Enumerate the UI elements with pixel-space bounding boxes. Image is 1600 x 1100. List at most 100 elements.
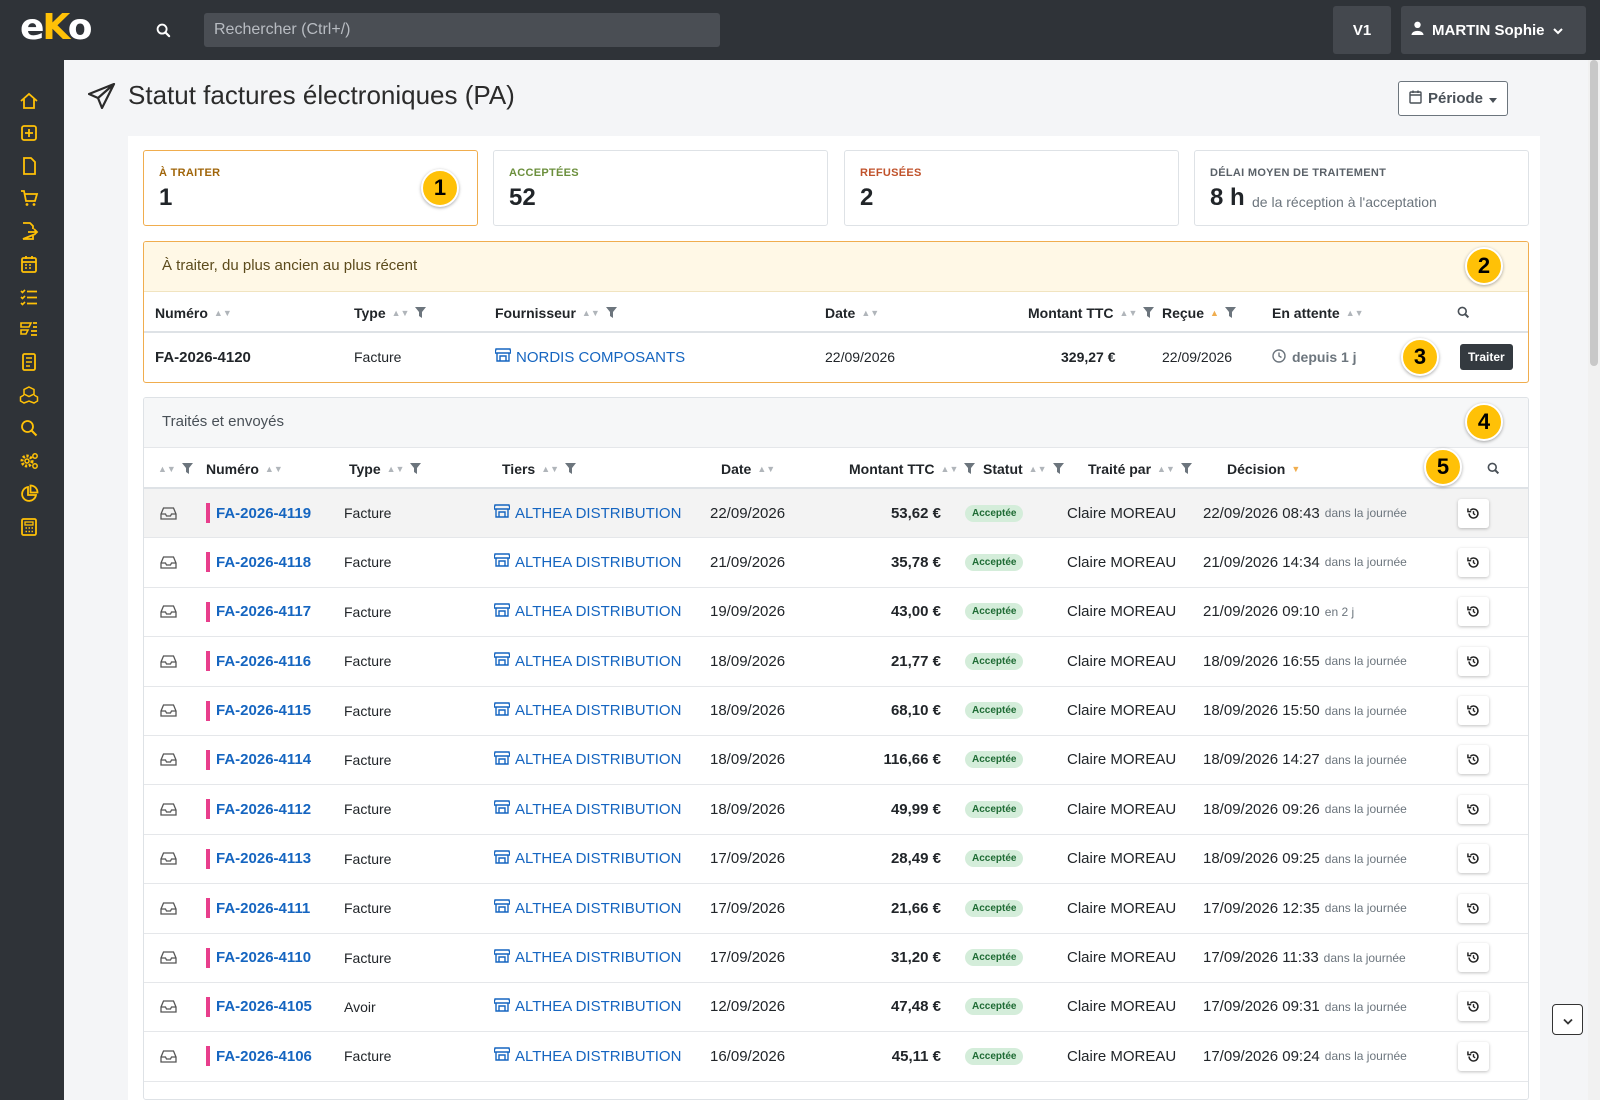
invoice-number-link[interactable]: FA-2026-4115: [206, 687, 311, 735]
sort-icon[interactable]: ▲▼: [1029, 464, 1047, 474]
col-montant[interactable]: Montant TTC ▲▼: [849, 448, 976, 489]
table-row[interactable]: FA-2026-4119 Facture ALTHEA DISTRIBUTION 22…: [144, 489, 1528, 539]
sort-icon[interactable]: ▲▼: [582, 308, 600, 318]
sort-icon[interactable]: ▲▼: [1346, 308, 1364, 318]
history-button[interactable]: [1458, 637, 1489, 685]
col-en-attente[interactable]: En attente ▲▼: [1272, 292, 1364, 333]
traiter-button[interactable]: Traiter: [1460, 344, 1513, 370]
invoice-number-link[interactable]: FA-2026-4112: [206, 785, 311, 833]
checklist-icon[interactable]: [18, 286, 40, 308]
search-icon[interactable]: [142, 13, 184, 47]
col-numero[interactable]: Numéro ▲▼: [206, 448, 283, 489]
settings-icon[interactable]: [18, 450, 40, 472]
global-search-input[interactable]: [204, 13, 720, 47]
home-icon[interactable]: [18, 90, 40, 112]
periode-dropdown-button[interactable]: Période: [1398, 81, 1508, 116]
col-traite-par[interactable]: Traité par ▲▼: [1088, 448, 1192, 489]
plus-square-icon[interactable]: [18, 122, 40, 144]
history-button[interactable]: [1458, 934, 1489, 982]
table-row[interactable]: FA-2026-4105 Avoir ALTHEA DISTRIBUTION 12/0…: [144, 983, 1528, 1033]
scroll-down-button[interactable]: [1552, 1004, 1583, 1035]
history-button[interactable]: [1458, 687, 1489, 735]
tiers-link[interactable]: ALTHEA DISTRIBUTION: [493, 983, 681, 1031]
file-export-icon[interactable]: [18, 220, 40, 242]
tiers-link[interactable]: ALTHEA DISTRIBUTION: [493, 736, 681, 784]
calculator-icon[interactable]: [18, 516, 40, 538]
col-date[interactable]: Date ▲▼: [721, 448, 775, 489]
history-button[interactable]: [1458, 489, 1489, 537]
page-scrollbar[interactable]: [1588, 60, 1600, 1100]
filter-icon[interactable]: [1143, 307, 1155, 318]
invoice-number-link[interactable]: FA-2026-4118: [206, 538, 311, 586]
invoice-number-link[interactable]: FA-2026-4106: [206, 1032, 312, 1080]
sort-icon[interactable]: ▲▼: [392, 308, 410, 318]
history-button[interactable]: [1458, 588, 1489, 636]
history-button[interactable]: [1458, 884, 1489, 932]
sort-icon[interactable]: ▲▼: [214, 308, 232, 318]
tiers-link[interactable]: ALTHEA DISTRIBUTION: [493, 687, 681, 735]
tiers-link[interactable]: ALTHEA DISTRIBUTION: [493, 637, 681, 685]
calendar-icon[interactable]: [18, 253, 40, 275]
col-flag[interactable]: ▲▼: [158, 448, 193, 489]
sort-icon[interactable]: ▲▼: [1157, 464, 1175, 474]
table-row[interactable]: FA-2026-4114 Facture ALTHEA DISTRIBUTION 18…: [144, 736, 1528, 786]
filter-icon[interactable]: [1224, 307, 1236, 318]
col-numero[interactable]: Numéro ▲▼: [155, 292, 232, 333]
history-button[interactable]: [1458, 983, 1489, 1031]
invoice-number-link[interactable]: FA-2026-4116: [206, 637, 311, 685]
filter-icon[interactable]: [181, 463, 193, 474]
document-list-icon[interactable]: [18, 351, 40, 373]
col-fournisseur[interactable]: Fournisseur ▲▼: [495, 292, 617, 333]
table-search-icon[interactable]: [1487, 448, 1500, 489]
col-decision[interactable]: Décision ▼: [1227, 448, 1300, 489]
cart-icon[interactable]: [18, 187, 40, 209]
history-button[interactable]: [1458, 1032, 1489, 1080]
supplier-link[interactable]: NORDIS COMPOSANTS: [494, 333, 685, 381]
tiers-link[interactable]: ALTHEA DISTRIBUTION: [493, 835, 681, 883]
table-row[interactable]: FA-2026-4111 Facture ALTHEA DISTRIBUTION 17…: [144, 884, 1528, 934]
invoice-number-link[interactable]: FA-2026-4113: [206, 835, 311, 883]
table-row[interactable]: FA-2026-4118 Facture ALTHEA DISTRIBUTION 21…: [144, 538, 1528, 588]
table-search-icon[interactable]: [1457, 292, 1470, 333]
col-tiers[interactable]: Tiers ▲▼: [502, 448, 577, 489]
scrollbar-thumb[interactable]: [1590, 60, 1598, 366]
table-row[interactable]: FA-2026-4117 Facture ALTHEA DISTRIBUTION 19…: [144, 588, 1528, 638]
sort-icon[interactable]: ▲▼: [941, 464, 959, 474]
table-row[interactable]: FA-2026-4112 Facture ALTHEA DISTRIBUTION 18…: [144, 785, 1528, 835]
invoice-number-link[interactable]: FA-2026-4110: [206, 934, 311, 982]
sort-icon[interactable]: ▲▼: [387, 464, 405, 474]
sort-icon[interactable]: ▲▼: [158, 464, 176, 474]
boxes-icon[interactable]: [18, 384, 40, 406]
col-recue[interactable]: Reçue ▲: [1162, 292, 1236, 333]
filter-icon[interactable]: [565, 463, 577, 474]
history-button[interactable]: [1458, 736, 1489, 784]
kpi-acceptees[interactable]: ACCEPTÉES 52: [493, 150, 828, 226]
pie-chart-icon[interactable]: [18, 483, 40, 505]
sort-icon[interactable]: ▲▼: [861, 308, 879, 318]
col-montant[interactable]: Montant TTC ▲▼: [1028, 292, 1155, 333]
sort-icon[interactable]: ▲▼: [1120, 308, 1138, 318]
invoice-number-link[interactable]: FA-2026-4117: [206, 588, 311, 636]
tasks-icon[interactable]: [18, 318, 40, 340]
col-statut[interactable]: Statut ▲▼: [983, 448, 1064, 489]
eko-logo[interactable]: eKo: [20, 10, 92, 46]
pending-row[interactable]: FA-2026-4120 Facture NORDIS COMPOSANTS 2…: [144, 333, 1528, 382]
history-button[interactable]: [1458, 538, 1489, 586]
sort-icon[interactable]: ▲▼: [265, 464, 283, 474]
version-button[interactable]: V1: [1333, 6, 1391, 54]
col-type[interactable]: Type ▲▼: [354, 292, 427, 333]
filter-icon[interactable]: [964, 463, 976, 474]
search-icon[interactable]: [18, 417, 40, 439]
user-menu-button[interactable]: MARTIN Sophie: [1401, 6, 1586, 54]
table-row[interactable]: FA-2026-4110 Facture ALTHEA DISTRIBUTION 17…: [144, 934, 1528, 983]
filter-icon[interactable]: [605, 307, 617, 318]
table-row[interactable]: FA-2026-4113 Facture ALTHEA DISTRIBUTION 17…: [144, 835, 1528, 885]
tiers-link[interactable]: ALTHEA DISTRIBUTION: [493, 785, 681, 833]
col-type[interactable]: Type ▲▼: [349, 448, 422, 489]
sort-desc-icon[interactable]: ▼: [1291, 464, 1300, 474]
tiers-link[interactable]: ALTHEA DISTRIBUTION: [493, 934, 681, 982]
tiers-link[interactable]: ALTHEA DISTRIBUTION: [493, 884, 681, 932]
tiers-link[interactable]: ALTHEA DISTRIBUTION: [493, 538, 681, 586]
col-date[interactable]: Date ▲▼: [825, 292, 879, 333]
invoice-number-link[interactable]: FA-2026-4111: [206, 884, 310, 932]
